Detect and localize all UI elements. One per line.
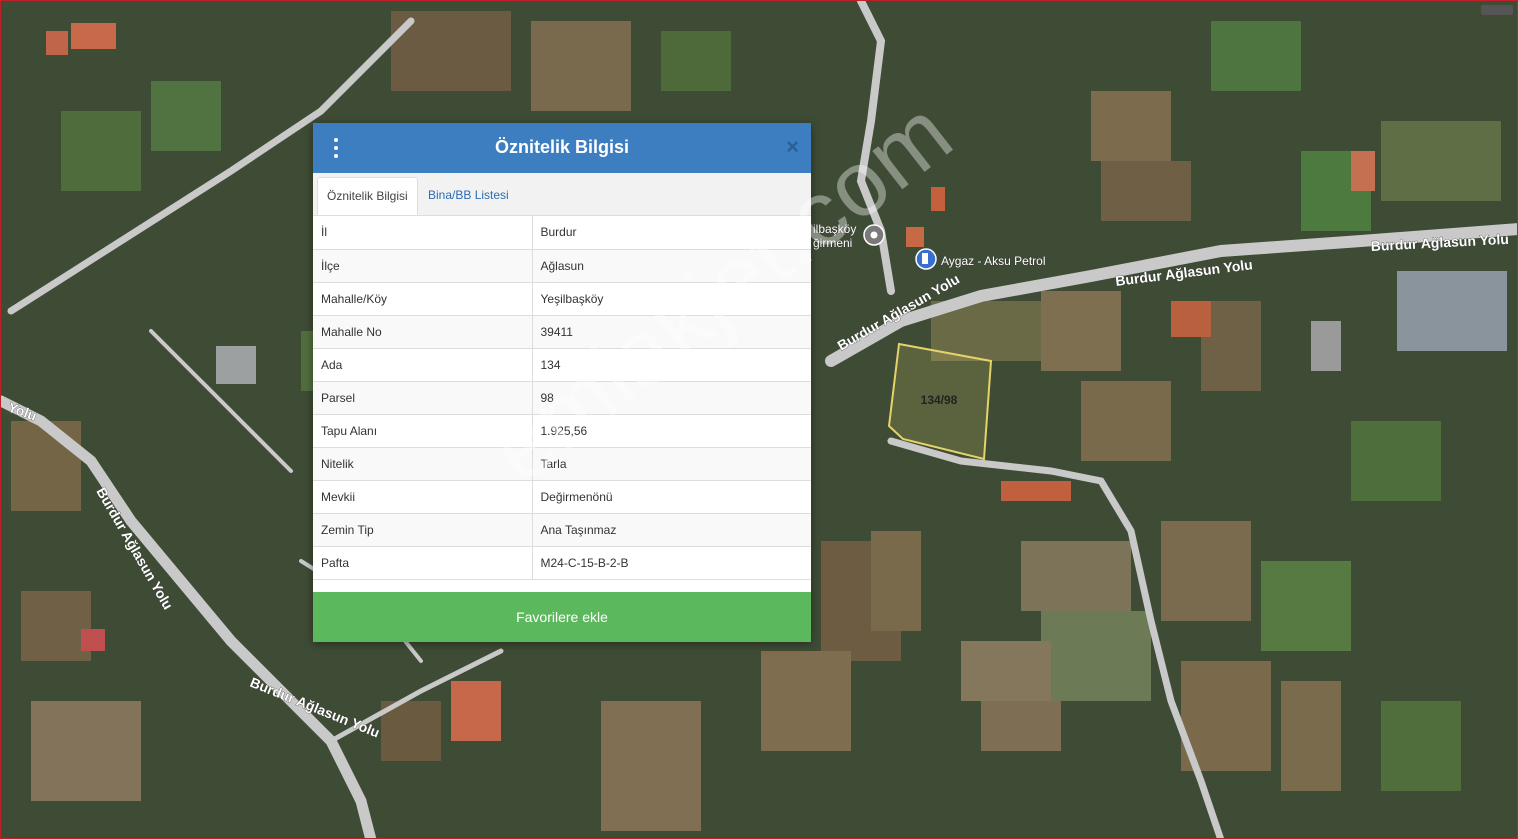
map-control-button[interactable]: [1481, 5, 1513, 15]
table-row: Parsel 98: [313, 381, 811, 415]
attribute-key: Mahalle/Köy: [313, 282, 533, 316]
attribute-value: 98: [532, 381, 811, 415]
attribute-value: Burdur: [532, 216, 811, 250]
attribute-key: Tapu Alanı: [313, 414, 533, 448]
attribute-key: Mevkii: [313, 480, 533, 514]
table-row: Nitelik Tarla: [313, 447, 811, 481]
attribute-value: Ana Taşınmaz: [532, 513, 811, 547]
table-row: Mevkii Değirmenönü: [313, 480, 811, 514]
dialog-title: Öznitelik Bilgisi: [494, 137, 630, 157]
table-row: Pafta M24-C-15-B-2-B: [313, 546, 811, 580]
attribute-value: 1.925,56: [532, 414, 811, 448]
add-to-favorites-button[interactable]: Favorilere ekle: [313, 592, 811, 642]
parcel-label: 134/98: [921, 393, 958, 407]
attribute-value: Ağlasun: [532, 249, 811, 283]
table-row: Ada 134: [313, 348, 811, 382]
attribute-key: İl: [313, 216, 533, 250]
attribute-table: İl Burdur İlçe Ağlasun Mahalle/Köy Yeşilbaş…: [313, 216, 811, 580]
attribute-value: Yeşilbaşköy: [532, 282, 811, 316]
close-icon[interactable]: ×: [786, 136, 799, 158]
attribute-key: Pafta: [313, 546, 533, 580]
poi-label-mill: ilbaşköy ğirmeni: [813, 222, 856, 250]
map-frame[interactable]: 134/98 Burdur Ağlasun Yolu Burdur Ağlasu…: [0, 0, 1518, 839]
poi-label-fuel: Aygaz - Aksu Petrol: [941, 254, 1046, 268]
attribute-key: Zemin Tip: [313, 513, 533, 547]
table-row: İl Burdur: [313, 216, 811, 250]
attribute-key: Parsel: [313, 381, 533, 415]
dialog-header: Öznitelik Bilgisi ×: [313, 123, 811, 173]
attribute-value: M24-C-15-B-2-B: [532, 546, 811, 580]
attribute-key: Mahalle No: [313, 315, 533, 349]
attribute-key: İlçe: [313, 249, 533, 283]
tab-building-list[interactable]: Bina/BB Listesi: [419, 177, 518, 215]
attribute-info-dialog: Öznitelik Bilgisi × Öznitelik Bilgisi Bi…: [313, 123, 811, 642]
attribute-value: 134: [532, 348, 811, 382]
attribute-value: Tarla: [532, 447, 811, 481]
attribute-key: Ada: [313, 348, 533, 382]
dialog-tabs: Öznitelik Bilgisi Bina/BB Listesi: [313, 173, 811, 216]
attribute-key: Nitelik: [313, 447, 533, 481]
fuel-station-icon[interactable]: [915, 248, 937, 270]
attribute-value: 39411: [532, 315, 811, 349]
table-row: Mahalle/Köy Yeşilbaşköy: [313, 282, 811, 316]
tab-attribute-info[interactable]: Öznitelik Bilgisi: [317, 177, 418, 215]
table-row: Zemin Tip Ana Taşınmaz: [313, 513, 811, 547]
table-row: Tapu Alanı 1.925,56: [313, 414, 811, 448]
location-pin-icon[interactable]: [863, 224, 885, 246]
attribute-value: Değirmenönü: [532, 480, 811, 514]
table-row: Mahalle No 39411: [313, 315, 811, 349]
table-row: İlçe Ağlasun: [313, 249, 811, 283]
